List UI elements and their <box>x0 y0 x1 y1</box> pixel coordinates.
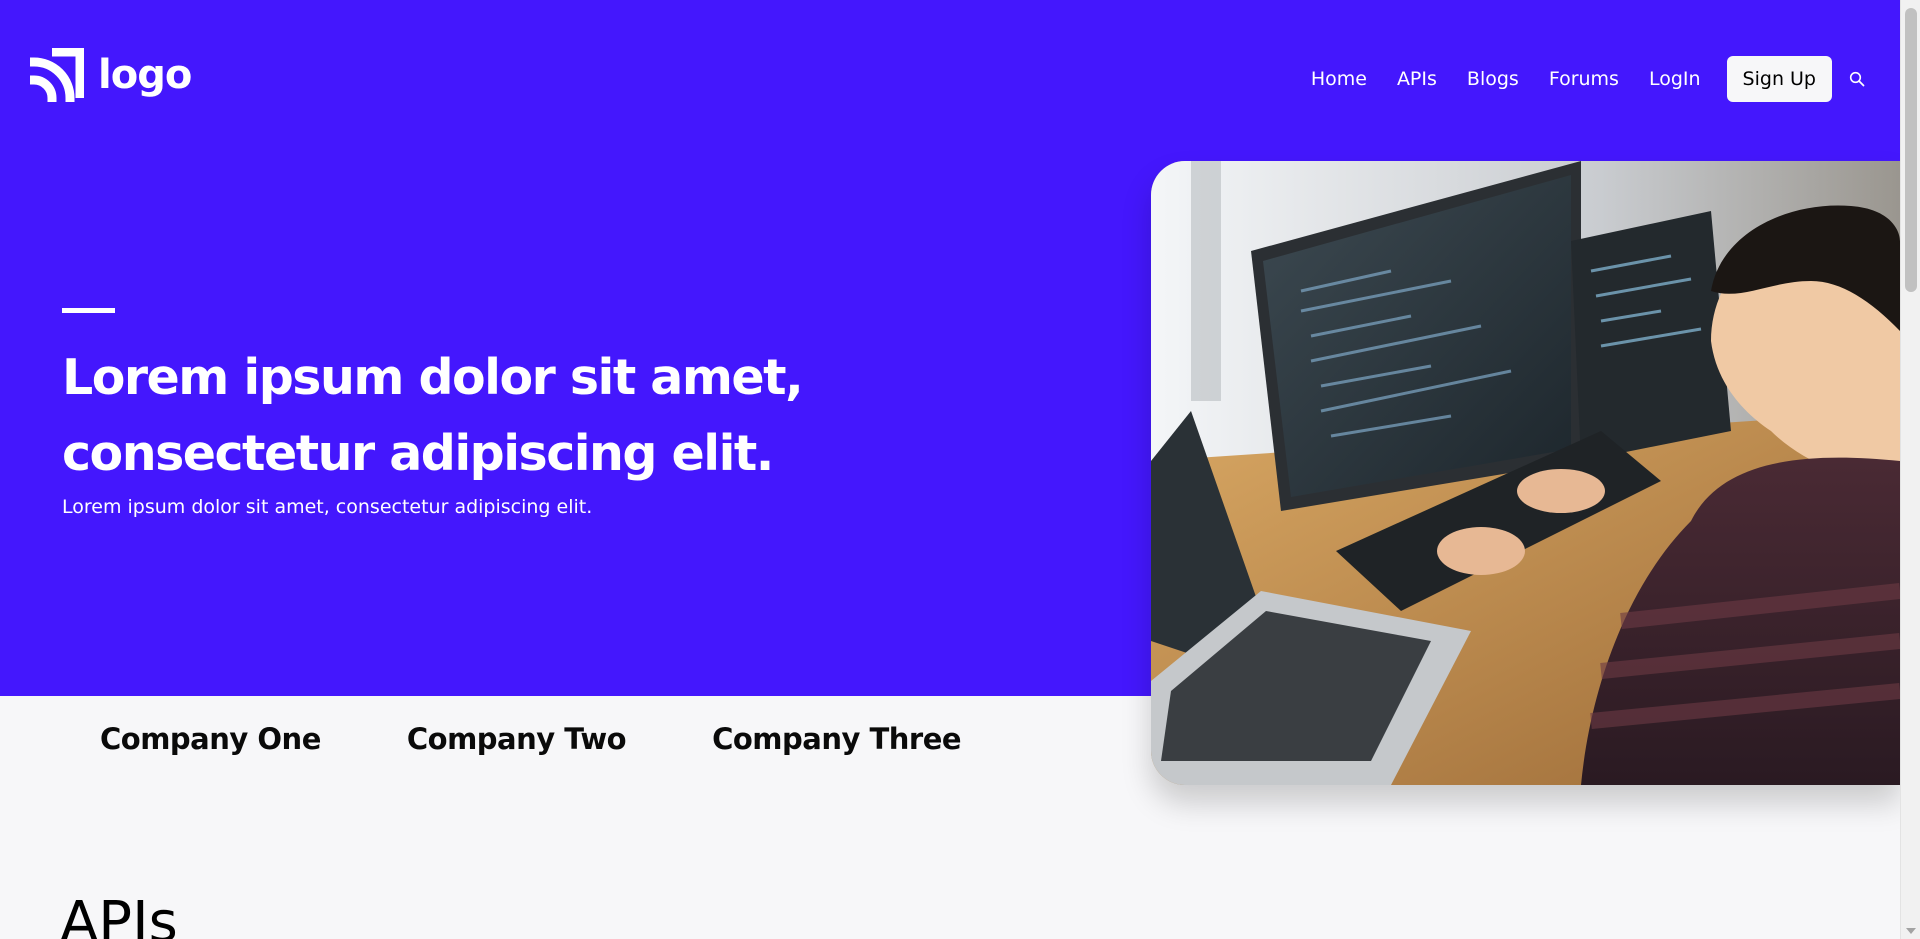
apis-section-title: APIs <box>60 890 178 939</box>
developer-at-computer-photo <box>1151 161 1900 785</box>
hero-image <box>1151 161 1900 785</box>
company-one-logo: Company One <box>100 722 321 756</box>
logo-text: logo <box>98 52 192 98</box>
hero-accent-line <box>62 308 115 313</box>
page-scrollbar[interactable] <box>1900 0 1920 939</box>
logo-icon <box>30 48 84 102</box>
nav-login[interactable]: LogIn <box>1649 56 1701 102</box>
company-two-logo: Company Two <box>406 722 627 756</box>
scroll-down-arrow-icon[interactable] <box>1906 928 1916 934</box>
nav-home[interactable]: Home <box>1311 56 1367 102</box>
company-three-logo: Company Three <box>712 722 962 756</box>
main-nav: Home APIs Blogs Forums LogIn Sign Up <box>1311 56 1868 102</box>
landing-page: logo Home APIs Blogs Forums LogIn Sign U… <box>0 0 1920 939</box>
nav-forums[interactable]: Forums <box>1549 56 1619 102</box>
company-logos: Company One Company Two Company Three <box>100 722 962 756</box>
scrollbar-thumb[interactable] <box>1905 8 1917 292</box>
signup-button[interactable]: Sign Up <box>1726 56 1832 102</box>
search-icon[interactable] <box>1846 68 1868 90</box>
site-logo[interactable]: logo <box>30 48 192 102</box>
hero-subtitle: Lorem ipsum dolor sit amet, consectetur … <box>62 496 593 518</box>
nav-blogs[interactable]: Blogs <box>1467 56 1519 102</box>
nav-apis[interactable]: APIs <box>1397 56 1437 102</box>
hero-title: Lorem ipsum dolor sit amet, consectetur … <box>62 349 804 482</box>
